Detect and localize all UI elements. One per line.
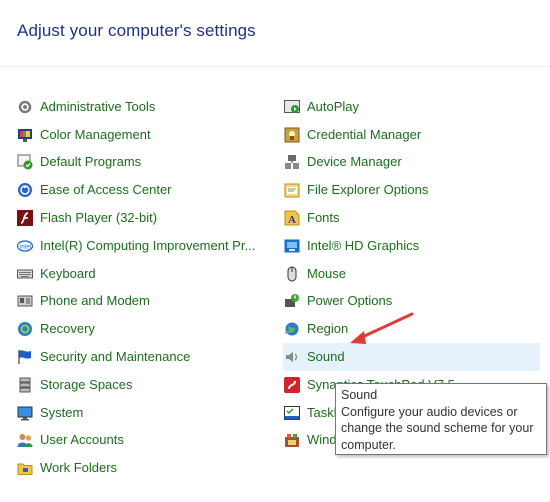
annotation-arrow-icon bbox=[350, 312, 414, 344]
